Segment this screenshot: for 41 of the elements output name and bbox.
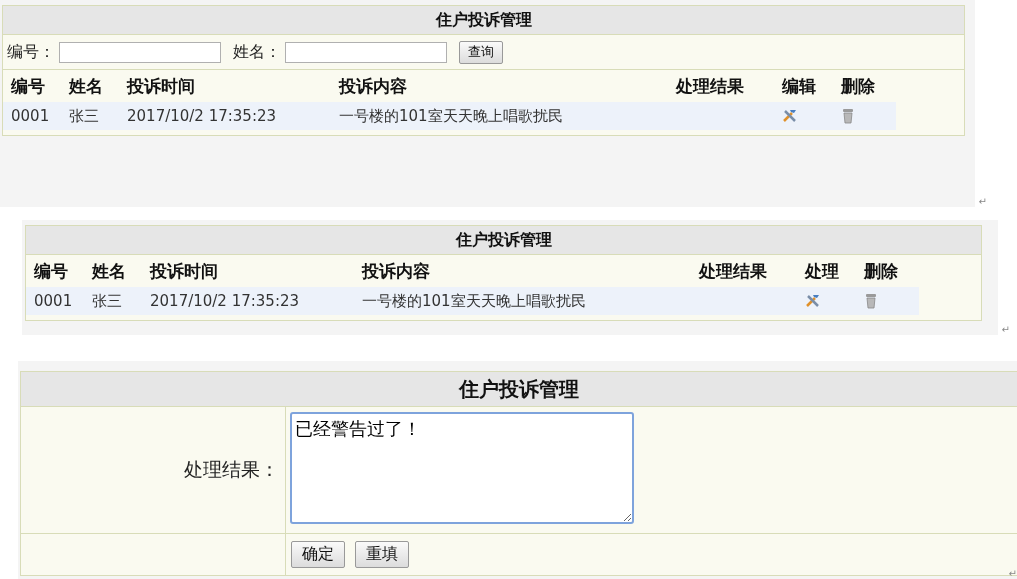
column-header: 投诉内容 — [362, 259, 431, 283]
paragraph-mark: ↵ — [978, 196, 987, 207]
column-header: 编辑 — [782, 74, 817, 98]
column-header: 处理结果 — [676, 74, 745, 98]
column-header: 删除 — [864, 259, 899, 283]
column-header: 姓名 — [92, 259, 127, 283]
table-cell-text: 0001 — [11, 107, 51, 125]
table-cell-text: 0001 — [34, 292, 74, 310]
tools-icon[interactable] — [782, 108, 798, 124]
input-field[interactable] — [59, 41, 221, 63]
table-cell-text: 张三 — [69, 106, 100, 126]
table-cell-text: 2017/10/2 17:35:23 — [127, 107, 278, 125]
column-header: 姓名 — [69, 74, 104, 98]
column-header: 编号 — [34, 259, 69, 283]
column-header: 处理 — [805, 259, 840, 283]
trash-icon[interactable] — [841, 108, 855, 124]
paragraph-mark: ↵ — [1001, 324, 1010, 335]
reset-button[interactable]: 重填 — [355, 541, 409, 568]
column-header: 处理结果 — [699, 259, 768, 283]
paragraph-mark: ↵ — [1008, 568, 1017, 579]
column-header: 投诉时间 — [150, 259, 219, 283]
table-title: 住户投诉管理 — [455, 229, 552, 251]
table-cell-text: 张三 — [92, 291, 123, 311]
table-title: 住户投诉管理 — [459, 375, 579, 403]
input-field[interactable] — [285, 41, 447, 63]
field-label: 姓名： — [233, 41, 281, 63]
field-label: 处理结果： — [184, 457, 279, 482]
table-cell-text: 2017/10/2 17:35:23 — [150, 292, 301, 310]
table-title: 住户投诉管理 — [435, 9, 532, 31]
table-cell-text: 一号楼的101室天天晚上唱歌扰民 — [362, 291, 587, 311]
column-header: 投诉时间 — [127, 74, 196, 98]
column-header: 编号 — [11, 74, 46, 98]
column-header: 投诉内容 — [339, 74, 408, 98]
result-textarea[interactable]: 已经警告过了！ — [290, 412, 634, 524]
search-button[interactable]: 查询 — [459, 40, 503, 64]
confirm-button[interactable]: 确定 — [291, 541, 345, 568]
table-cell-text: 一号楼的101室天天晚上唱歌扰民 — [339, 106, 564, 126]
tools-icon[interactable] — [805, 293, 821, 309]
column-header: 删除 — [841, 74, 876, 98]
field-label: 编号： — [7, 41, 55, 63]
trash-icon[interactable] — [864, 293, 878, 309]
